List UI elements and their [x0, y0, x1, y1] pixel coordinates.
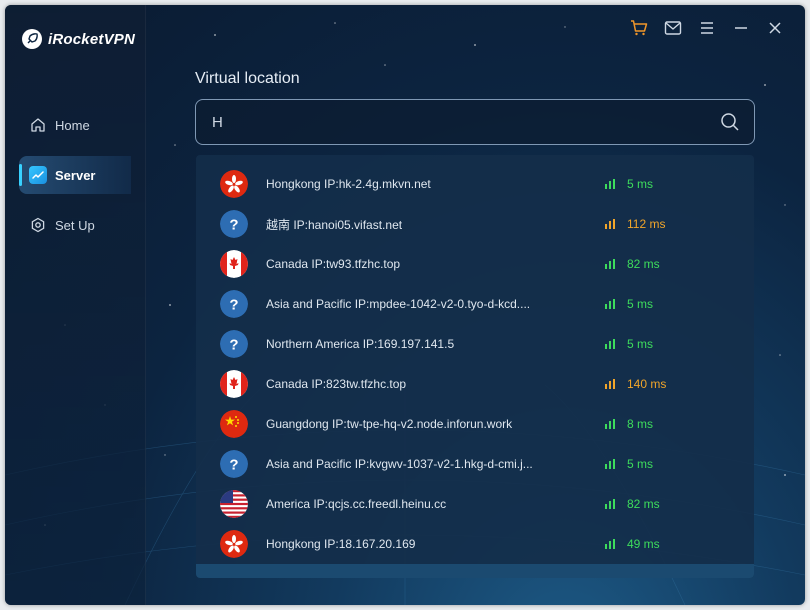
- mail-icon[interactable]: [663, 18, 683, 38]
- server-row[interactable]: Canada IP:823tw.tfzhc.top 140 ms: [196, 364, 754, 404]
- signal-strength-icon: [605, 419, 616, 429]
- app-window: iRocketVPN Home Server Set Up Virtual lo…: [5, 5, 805, 605]
- signal-strength-icon: [605, 259, 616, 269]
- cart-icon[interactable]: [629, 18, 649, 38]
- sidebar-item-label: Set Up: [55, 217, 95, 233]
- server-label: Asia and Pacific IP:mpdee-1042-v2-0.tyo-…: [266, 297, 531, 311]
- server-dropdown: Hongkong IP:hk-2.4g.mkvn.net 5 ms? 越南 IP:h…: [196, 155, 754, 578]
- server-label: Asia and Pacific IP:kvgwv-1037-v2-1.hkg-…: [266, 457, 533, 471]
- server-row[interactable]: ? 越南 IP:hanoi05.vifast.net 112 ms: [196, 204, 754, 244]
- svg-text:?: ?: [229, 457, 238, 474]
- sidebar-item-label: Server: [55, 167, 96, 183]
- titlebar-controls: [629, 18, 785, 38]
- settings-icon: [29, 216, 47, 234]
- unknown-flag-icon: ?: [220, 210, 248, 238]
- svg-text:?: ?: [229, 337, 238, 354]
- svg-text:?: ?: [229, 297, 238, 314]
- server-label: Canada IP:823tw.tfzhc.top: [266, 377, 407, 391]
- server-label: America IP:qcjs.cc.freedl.heinu.cc: [266, 497, 447, 511]
- hongkong-flag-icon: [220, 170, 248, 198]
- usa-flag-icon: [220, 490, 248, 518]
- server-row[interactable]: ? Asia and Pacific IP:kvgwv-1037-v2-1.hkg…: [196, 444, 754, 484]
- server-row[interactable]: America IP:qcjs.cc.freedl.heinu.cc 82 ms: [196, 484, 754, 524]
- latency-value: 5 ms: [627, 337, 654, 351]
- search-icon[interactable]: [720, 112, 740, 132]
- minimize-icon[interactable]: [731, 18, 751, 38]
- signal-strength-icon: [605, 339, 616, 349]
- sidebar-item-home[interactable]: Home: [19, 106, 131, 144]
- sidebar-item-label: Home: [55, 117, 90, 133]
- sidebar-item-setup[interactable]: Set Up: [19, 206, 131, 244]
- server-label: Canada IP:tw93.tfzhc.top: [266, 257, 401, 271]
- server-row[interactable]: ? Asia and Pacific IP:mpdee-1042-v2-0.tyo…: [196, 284, 754, 324]
- latency-value: 8 ms: [627, 417, 654, 431]
- latency-value: 82 ms: [627, 497, 660, 511]
- server-row[interactable]: Hongkong IP:18.167.20.169 49 ms: [196, 524, 754, 564]
- hongkong-flag-icon: [220, 530, 248, 558]
- app-logo: iRocketVPN: [22, 29, 135, 49]
- rocket-icon: [22, 29, 42, 49]
- unknown-flag-icon: ?: [220, 330, 248, 358]
- latency-value: 5 ms: [627, 297, 654, 311]
- china-flag-icon: [220, 410, 248, 438]
- latency-value: 5 ms: [627, 177, 654, 191]
- sidebar-item-server[interactable]: Server: [19, 156, 131, 194]
- unknown-flag-icon: ?: [220, 450, 248, 478]
- search-box: [195, 99, 755, 145]
- home-icon: [29, 116, 47, 134]
- close-icon[interactable]: [765, 18, 785, 38]
- server-row[interactable]: Hongkong IP:hk-2.4g.mkvn.net 5 ms: [196, 164, 754, 204]
- signal-strength-icon: [605, 459, 616, 469]
- latency-value: 112 ms: [627, 217, 666, 231]
- signal-strength-icon: [605, 299, 616, 309]
- server-label: Hongkong IP:hk-2.4g.mkvn.net: [266, 177, 431, 191]
- server-row[interactable]: Canada IP:tw93.tfzhc.top 82 ms: [196, 244, 754, 284]
- canada-flag-icon: [220, 250, 248, 278]
- latency-value: 49 ms: [627, 537, 660, 551]
- list-scroll-edge: [196, 564, 754, 578]
- menu-icon[interactable]: [697, 18, 717, 38]
- server-row[interactable]: ? Northern America IP:169.197.141.5 5 ms: [196, 324, 754, 364]
- signal-strength-icon: [605, 379, 616, 389]
- latency-value: 140 ms: [627, 377, 667, 391]
- signal-strength-icon: [605, 499, 616, 509]
- search-input[interactable]: [210, 112, 720, 132]
- latency-value: 82 ms: [627, 257, 660, 271]
- server-icon: [29, 166, 47, 184]
- signal-strength-icon: [605, 539, 616, 549]
- signal-strength-icon: [605, 179, 616, 189]
- server-label: Northern America IP:169.197.141.5: [266, 337, 455, 351]
- sidebar: iRocketVPN Home Server Set Up: [5, 5, 146, 605]
- server-label: Hongkong IP:18.167.20.169: [266, 537, 416, 551]
- signal-strength-icon: [605, 219, 616, 229]
- svg-text:?: ?: [229, 217, 238, 234]
- server-label: 越南 IP:hanoi05.vifast.net: [266, 217, 403, 232]
- app-name: iRocketVPN: [48, 30, 136, 48]
- server-label: Guangdong IP:tw-tpe-hq-v2.node.inforun.w…: [266, 417, 513, 431]
- page-title: Virtual location: [195, 70, 300, 87]
- canada-flag-icon: [220, 370, 248, 398]
- server-row[interactable]: Guangdong IP:tw-tpe-hq-v2.node.inforun.w…: [196, 404, 754, 444]
- unknown-flag-icon: ?: [220, 290, 248, 318]
- latency-value: 5 ms: [627, 457, 654, 471]
